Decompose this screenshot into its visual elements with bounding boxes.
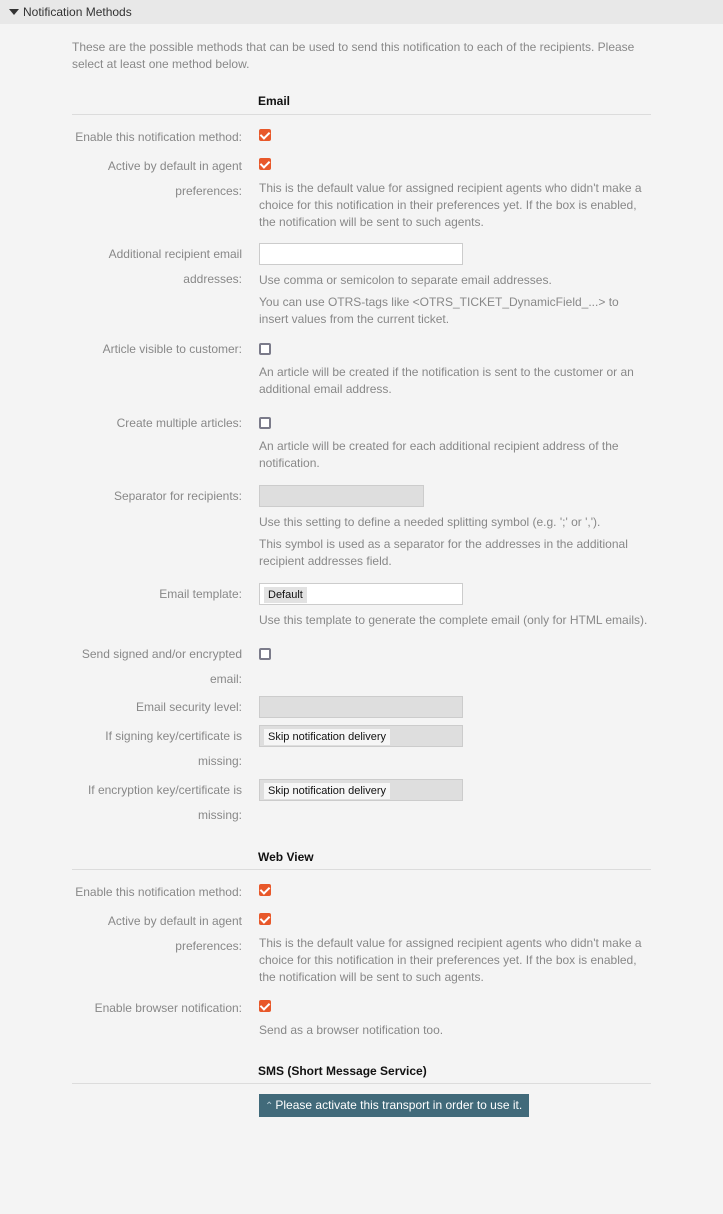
label: Email template: xyxy=(159,587,242,601)
description: Send as a browser notification too. xyxy=(259,1023,444,1037)
signing-missing-select[interactable]: Skip notification delivery xyxy=(259,725,463,747)
security-level-select[interactable] xyxy=(259,696,463,718)
label: Active by default in agent preferences: xyxy=(107,914,242,953)
description: Use this setting to define a needed spli… xyxy=(259,515,601,529)
caret-down-icon[interactable] xyxy=(9,9,19,15)
webview-active-row: Active by default in agent preferences: … xyxy=(72,909,651,986)
section-title: Notification Methods xyxy=(23,5,132,19)
double-chevron-up-icon: ⌃ xyxy=(265,1101,274,1112)
label: Email security level: xyxy=(135,700,242,714)
email-active-checkbox[interactable] xyxy=(259,158,271,170)
divider xyxy=(72,114,651,115)
description: This is the default value for assigned r… xyxy=(259,181,642,229)
divider xyxy=(72,1083,651,1084)
email-enable-checkbox[interactable] xyxy=(259,129,271,141)
email-template-select[interactable]: Default xyxy=(259,583,463,605)
description: An article will be created for each addi… xyxy=(259,439,619,470)
label: Active by default in agent preferences: xyxy=(107,159,242,198)
signing-missing-row: If signing key/certificate is missing: S… xyxy=(72,724,651,774)
selected-value: Skip notification delivery xyxy=(264,783,391,799)
webview-enable-checkbox[interactable] xyxy=(259,884,271,896)
signed-row: Send signed and/or encrypted email: xyxy=(72,642,651,692)
security-level-row: Email security level: xyxy=(72,695,651,720)
email-enable-row: Enable this notification method: xyxy=(72,125,651,150)
label: If encryption key/certificate is missing… xyxy=(87,783,242,822)
label: Article visible to customer: xyxy=(102,342,242,356)
multiple-articles-row: Create multiple articles: An article wil… xyxy=(72,411,651,472)
signed-checkbox[interactable] xyxy=(259,648,271,660)
article-visible-row: Article visible to customer: An article … xyxy=(72,337,651,398)
encryption-missing-select[interactable]: Skip notification delivery xyxy=(259,779,463,801)
email-active-row: Active by default in agent preferences: … xyxy=(72,154,651,231)
browser-notification-checkbox[interactable] xyxy=(259,1000,271,1012)
label: Separator for recipients: xyxy=(113,489,242,503)
webview-section-title: Web View xyxy=(258,850,314,864)
article-visible-checkbox[interactable] xyxy=(259,343,271,355)
description: Use this template to generate the comple… xyxy=(259,613,648,627)
intro-text: These are the possible methods that can … xyxy=(72,40,635,71)
divider xyxy=(72,869,651,870)
selected-value: Skip notification delivery xyxy=(264,729,391,745)
selected-value: Default xyxy=(264,587,307,603)
label: Additional recipient email addresses: xyxy=(108,247,242,286)
label: Enable this notification method: xyxy=(75,130,242,144)
section-header[interactable]: Notification Methods xyxy=(0,0,723,24)
separator-input[interactable] xyxy=(259,485,424,507)
additional-recipients-input[interactable] xyxy=(259,243,463,265)
webview-enable-row: Enable this notification method: xyxy=(72,880,651,905)
description: An article will be created if the notifi… xyxy=(259,365,634,396)
description: You can use OTRS-tags like <OTRS_TICKET_… xyxy=(259,295,619,326)
browser-notification-row: Enable browser notification: Send as a b… xyxy=(72,996,651,1039)
email-section-title: Email xyxy=(258,94,291,108)
additional-recipients-row: Additional recipient email addresses: Us… xyxy=(72,242,651,328)
label: Send signed and/or encrypted email: xyxy=(81,647,242,686)
label: Create multiple articles: xyxy=(116,416,242,430)
email-template-row: Email template: Default Use this templat… xyxy=(72,582,651,629)
activate-transport-button[interactable]: ⌃ Please activate this transport in order… xyxy=(259,1094,530,1117)
button-label: Please activate this transport in order … xyxy=(275,1098,523,1112)
label: If signing key/certificate is missing: xyxy=(105,729,242,768)
multiple-articles-checkbox[interactable] xyxy=(259,417,271,429)
label: Enable browser notification: xyxy=(94,1001,242,1015)
label: Enable this notification method: xyxy=(75,885,242,899)
separator-row: Separator for recipients: Use this setti… xyxy=(72,484,651,570)
description: Use comma or semicolon to separate email… xyxy=(259,273,552,287)
webview-active-checkbox[interactable] xyxy=(259,913,271,925)
encryption-missing-row: If encryption key/certificate is missing… xyxy=(72,778,651,828)
description: This is the default value for assigned r… xyxy=(259,936,642,984)
description: This symbol is used as a separator for t… xyxy=(259,537,628,568)
sms-section-title: SMS (Short Message Service) xyxy=(258,1064,427,1078)
